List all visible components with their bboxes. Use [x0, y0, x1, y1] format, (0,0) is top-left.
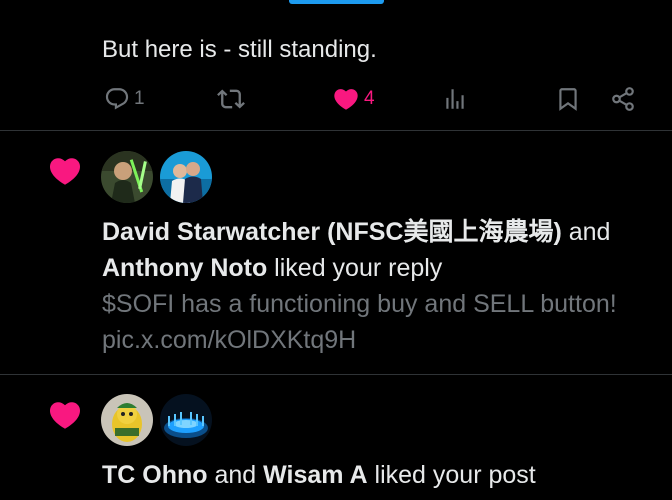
reply-text: But here is - still standing.: [102, 36, 377, 63]
notification-text: David Starwatcher (NFSC美國上海農場) and: [102, 214, 662, 250]
reply-button[interactable]: 1: [104, 82, 145, 116]
action-text: liked your reply: [267, 254, 443, 282]
bookmark-button[interactable]: [555, 82, 581, 116]
actor-name[interactable]: David Starwatcher (NFSC美國上海農場): [102, 218, 562, 246]
actor-name[interactable]: TC Ohno: [102, 461, 208, 489]
retweet-button[interactable]: [217, 82, 245, 116]
heart-filled-icon: [47, 153, 83, 194]
bookmark-icon: [555, 86, 581, 112]
actor-name[interactable]: Wisam A: [263, 461, 367, 489]
notification-text: TC Ohno and Wisam A liked your post: [102, 457, 662, 493]
share-button[interactable]: [610, 82, 636, 116]
avatar-tc-ohno[interactable]: [101, 394, 153, 446]
connector-text: and: [561, 218, 611, 246]
avatar-david-starwatcher[interactable]: [101, 151, 153, 203]
like-count: 4: [364, 88, 375, 109]
notification-text-line2: Anthony Noto liked your reply: [102, 250, 662, 286]
avatar-wisam-a[interactable]: [160, 394, 212, 446]
reply-icon: [104, 86, 130, 112]
retweet-icon: [217, 85, 245, 113]
connector-text: and: [207, 461, 264, 489]
post-preview-link[interactable]: pic.x.com/kOlDXKtq9H: [102, 322, 662, 358]
avatar-anthony-noto[interactable]: [160, 151, 212, 203]
views-bar-chart-icon: [442, 86, 468, 112]
reply-count: 1: [134, 88, 145, 109]
like-button[interactable]: 4: [332, 82, 375, 116]
heart-filled-icon: [47, 397, 83, 438]
action-text: liked your post: [367, 461, 536, 489]
views-button[interactable]: [442, 82, 468, 116]
actor-name[interactable]: Anthony Noto: [102, 254, 267, 282]
divider: [0, 130, 672, 131]
heart-filled-icon: [332, 85, 360, 113]
post-preview-line1: $SOFI has a functioning buy and SELL but…: [102, 290, 617, 318]
share-icon: [610, 86, 636, 112]
active-tab-indicator: [289, 0, 384, 4]
tweet-action-bar: 1 4: [0, 82, 672, 116]
divider: [0, 374, 672, 375]
